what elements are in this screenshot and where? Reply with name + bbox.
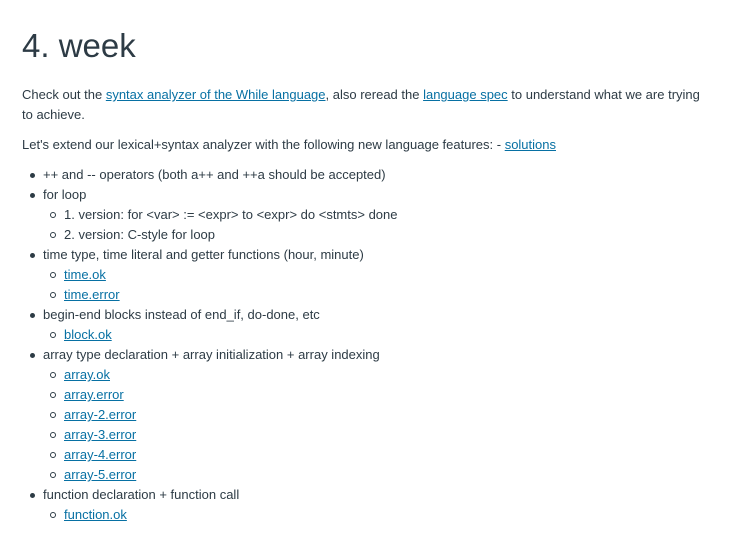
feature-list: ++ and -- operators (both a++ and ++a sh… <box>22 165 710 525</box>
sub-item: array-4.error <box>43 445 710 465</box>
array-4-error-link[interactable]: array-4.error <box>64 447 136 462</box>
feature-label: function declaration + function call <box>43 487 240 502</box>
sub-item: 1. version: for <var> := <expr> to <expr… <box>43 205 710 225</box>
sub-list: function.ok <box>43 505 710 525</box>
sub-item: time.ok <box>43 265 710 285</box>
array-2-error-link[interactable]: array-2.error <box>64 407 136 422</box>
feature-label: begin-end blocks instead of end_if, do-d… <box>43 307 320 322</box>
sub-list: block.ok <box>43 325 710 345</box>
intro-paragraph: Check out the syntax analyzer of the Whi… <box>22 85 710 125</box>
time-ok-link[interactable]: time.ok <box>64 267 106 282</box>
array-ok-link[interactable]: array.ok <box>64 367 110 382</box>
extend-text: Let's extend our lexical+syntax analyzer… <box>22 137 505 152</box>
sub-list: array.ok array.error array-2.error array… <box>43 365 710 485</box>
feature-label: time type, time literal and getter funct… <box>43 247 364 262</box>
function-ok-link[interactable]: function.ok <box>64 507 127 522</box>
sub-item: array-2.error <box>43 405 710 425</box>
array-3-error-link[interactable]: array-3.error <box>64 427 136 442</box>
feature-item-function: function declaration + function call fun… <box>22 485 710 525</box>
sub-item: function.ok <box>43 505 710 525</box>
page-content: 4. week Check out the syntax analyzer of… <box>0 0 732 525</box>
array-5-error-link[interactable]: array-5.error <box>64 467 136 482</box>
sub-list: 1. version: for <var> := <expr> to <expr… <box>43 205 710 245</box>
feature-label: for loop <box>43 187 87 202</box>
block-ok-link[interactable]: block.ok <box>64 327 112 342</box>
solutions-link[interactable]: solutions <box>505 137 556 152</box>
language-spec-link[interactable]: language spec <box>423 87 508 102</box>
sub-item: array-3.error <box>43 425 710 445</box>
sub-item: array.ok <box>43 365 710 385</box>
feature-label: array type declaration + array initializ… <box>43 347 380 362</box>
sub-item: array-5.error <box>43 465 710 485</box>
sub-item: block.ok <box>43 325 710 345</box>
feature-item-for-loop: for loop 1. version: for <var> := <expr>… <box>22 185 710 245</box>
page-title: 4. week <box>22 27 136 64</box>
sub-item: array.error <box>43 385 710 405</box>
syntax-analyzer-link[interactable]: syntax analyzer of the While language <box>106 87 326 102</box>
extend-paragraph: Let's extend our lexical+syntax analyzer… <box>22 135 710 155</box>
feature-label: ++ and -- operators (both a++ and ++a sh… <box>43 167 386 182</box>
feature-item-time: time type, time literal and getter funct… <box>22 245 710 305</box>
intro-text-1: Check out the <box>22 87 106 102</box>
intro-text-2: , also reread the <box>325 87 424 102</box>
time-error-link[interactable]: time.error <box>64 287 120 302</box>
sub-item: time.error <box>43 285 710 305</box>
sub-item: 2. version: C-style for loop <box>43 225 710 245</box>
sub-list: time.ok time.error <box>43 265 710 305</box>
feature-item-array: array type declaration + array initializ… <box>22 345 710 485</box>
feature-item-blocks: begin-end blocks instead of end_if, do-d… <box>22 305 710 345</box>
feature-item-operators: ++ and -- operators (both a++ and ++a sh… <box>22 165 710 185</box>
array-error-link[interactable]: array.error <box>64 387 124 402</box>
